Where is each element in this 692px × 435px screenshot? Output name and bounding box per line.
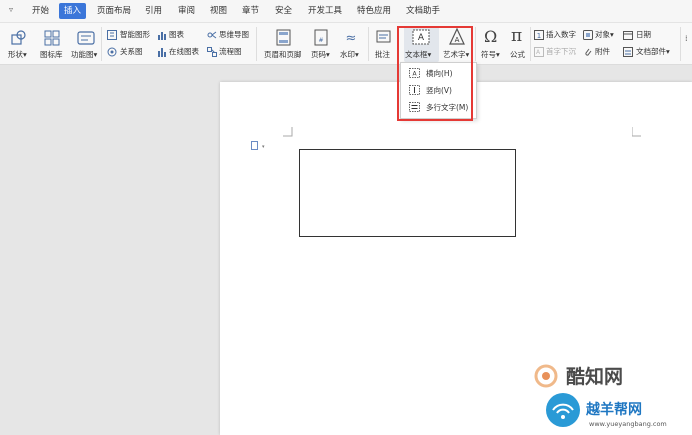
insert-number-icon: 1 [534, 30, 544, 40]
insert-number-label: 插入数字 [546, 30, 576, 39]
function-chart-label: 功能图▾ [71, 50, 98, 59]
highlight-box [397, 26, 473, 121]
watermark-label: 水印▾ [340, 50, 359, 59]
shape-label: 形状▾ [8, 50, 27, 59]
doc-parts-label: 文档部件▾ [636, 47, 670, 56]
ribbon-separator [256, 27, 257, 61]
watermark-brand-yueyang: 越羊帮网 [586, 402, 642, 418]
date-label: 日期 [636, 30, 651, 39]
bar-chart-icon [158, 32, 166, 40]
ribbon-separator [368, 27, 369, 61]
page-number-icon: # [314, 29, 328, 46]
attachment-label: 附件 [595, 47, 610, 56]
tab-security[interactable]: 安全 [270, 3, 297, 19]
svg-text:A: A [536, 49, 541, 56]
tab-chapter[interactable]: 章节 [237, 3, 264, 19]
watermark-url: www.yueyangbang.com [589, 420, 667, 428]
object-icon [583, 30, 593, 40]
page-number-label: 页码▾ [311, 50, 330, 59]
tab-doc-assistant[interactable]: 文档助手 [401, 3, 445, 19]
flowchart-icon [207, 47, 217, 57]
paragraph-marker-icon[interactable]: ▾ [251, 141, 265, 150]
mind-map-icon [207, 31, 217, 39]
icon-library-label: 图标库 [40, 50, 63, 59]
relation-chart-icon [107, 47, 117, 57]
paperclip-icon [585, 48, 592, 56]
flowchart-label: 流程图 [219, 47, 242, 56]
watermark-icon: ≈ [346, 31, 357, 46]
wifi-logo-icon [546, 393, 580, 427]
svg-text:1: 1 [537, 32, 541, 40]
tab-review[interactable]: 审阅 [173, 3, 200, 19]
margin-corner-mark [283, 127, 293, 137]
mind-map-label: 思维导图 [219, 30, 249, 39]
comment-icon [376, 30, 391, 43]
online-chart-label: 在线图表 [169, 47, 199, 56]
smart-shape-icon [107, 30, 117, 40]
tab-insert[interactable]: 插入 [59, 3, 87, 19]
menu-bar: ▿ 开始 插入 页面布局 引用 审阅 视图 章节 安全 开发工具 特色应用 文档… [0, 0, 692, 23]
margin-corner-mark [632, 127, 641, 137]
drop-cap-icon: A [534, 47, 544, 57]
watermark-brand-kuzhi: 酷知网 [566, 366, 624, 388]
ribbon-separator [530, 27, 531, 61]
svg-text:▾: ▾ [262, 144, 265, 150]
online-chart-icon [158, 48, 166, 57]
formula-label: 公式 [510, 50, 525, 59]
symbol-label: 符号▾ [481, 50, 500, 59]
svg-text:≈: ≈ [346, 31, 357, 46]
pi-icon: π [511, 26, 523, 46]
tab-references[interactable]: 引用 [140, 3, 167, 19]
text-box-frame[interactable] [299, 149, 516, 237]
ribbon-separator [475, 27, 476, 61]
kuzhi-logo-icon [534, 364, 558, 388]
header-footer-icon [276, 29, 291, 46]
comment-label: 批注 [375, 50, 390, 59]
tab-developer[interactable]: 开发工具 [303, 3, 347, 19]
tab-special-apps[interactable]: 特色应用 [352, 3, 396, 19]
ribbon-separator [680, 27, 681, 61]
object-label: 对象▾ [595, 30, 614, 39]
ribbon-separator [101, 27, 102, 61]
drop-cap-label: 首字下沉 [546, 47, 576, 56]
tab-page-layout[interactable]: 页面布局 [92, 3, 136, 19]
doc-parts-icon [623, 47, 633, 57]
svg-text:#: # [318, 37, 323, 44]
tab-view[interactable]: 视图 [205, 3, 232, 19]
icon-library-icon [44, 30, 60, 46]
shape-icon [11, 30, 26, 45]
ribbon-overflow-icon[interactable]: ⁞ [685, 34, 688, 43]
quick-menu-chevron-icon[interactable]: ▿ [9, 5, 13, 14]
function-chart-icon [77, 31, 95, 45]
relation-chart-label: 关系图 [120, 47, 143, 56]
chart-label: 图表 [169, 30, 184, 39]
tab-start[interactable]: 开始 [27, 3, 54, 19]
header-footer-label: 页眉和页脚 [264, 50, 302, 59]
omega-icon: Ω [484, 27, 498, 46]
smart-shape-label: 智能图形 [120, 30, 150, 39]
calendar-icon [623, 31, 633, 40]
